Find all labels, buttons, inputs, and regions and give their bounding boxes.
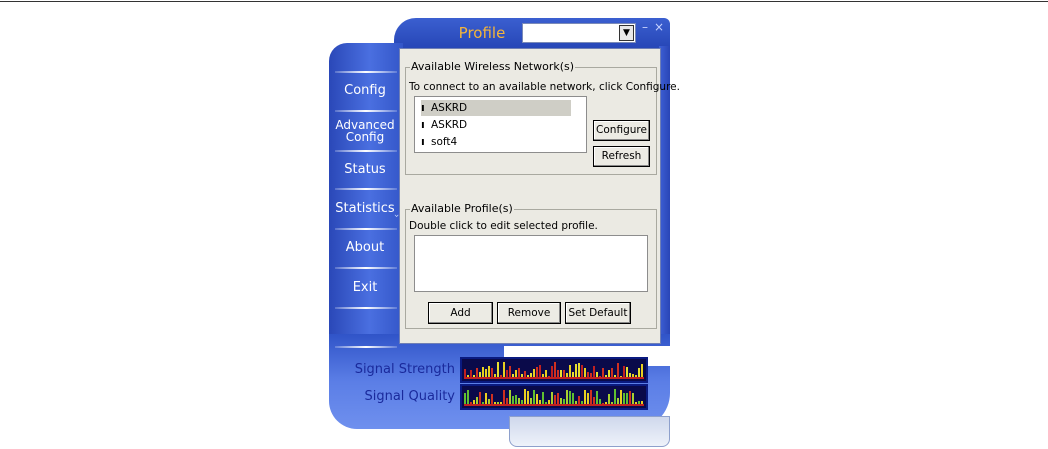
network-ssid: ASKRD [431, 102, 468, 114]
chevron-down-icon[interactable]: ▼ [619, 25, 634, 41]
meter-baseline [464, 404, 644, 406]
menu-separator [335, 188, 397, 190]
signal-strength-label: Signal Strength [354, 362, 455, 377]
meter-baseline [464, 377, 644, 379]
list-item[interactable]: ı ASKRD [421, 117, 467, 133]
menu-separator [335, 71, 397, 73]
network-ssid: soft4 [431, 136, 458, 148]
content-panel: Available Wireless Network(s) To connect… [399, 48, 680, 344]
available-profiles-group: Available Profile(s) Double click to edi… [405, 202, 657, 329]
meter-bar [533, 390, 535, 406]
meter-bar [629, 391, 631, 406]
menu-separator [335, 150, 397, 152]
menu-separator [335, 110, 397, 112]
available-networks-group: Available Wireless Network(s) To connect… [405, 60, 680, 175]
menu-separator [335, 346, 397, 348]
refresh-button[interactable]: Refresh [593, 146, 650, 167]
antenna-icon: ı [421, 118, 425, 131]
meter-bar [590, 390, 592, 406]
meter-bar [614, 389, 616, 406]
configure-button[interactable]: Configure [593, 120, 650, 141]
remove-profile-button[interactable]: Remove [497, 302, 561, 324]
meter-bar [596, 391, 598, 406]
top-border-line [0, 1, 1048, 2]
signal-strength-meter [460, 357, 648, 383]
meter-bar [479, 392, 481, 406]
meter-bar [524, 389, 526, 406]
profiles-list[interactable] [414, 235, 648, 292]
sidebar-item-exit[interactable]: Exit [334, 281, 396, 294]
meter-bar [641, 364, 643, 379]
sidebar-item-status[interactable]: Status [334, 163, 396, 176]
antenna-icon: ı [421, 135, 425, 148]
meter-bar [578, 363, 580, 379]
profiles-group-title: Available Profile(s) [410, 202, 514, 215]
meter-bar [569, 365, 571, 379]
sidebar-item-about[interactable]: About [334, 241, 396, 254]
meter-bar [575, 364, 577, 379]
wireless-utility-window: Profile ▼ – × Config Advanced Config Sta… [329, 16, 680, 447]
meter-bar [617, 363, 619, 379]
profile-dropdown[interactable]: ▼ [522, 23, 636, 43]
meter-bar [551, 392, 553, 406]
networks-list[interactable]: ı ASKRD ı ASKRD ı soft4 [414, 96, 587, 153]
meter-bar [620, 390, 622, 406]
profiles-hint: Double click to edit selected profile. [409, 220, 598, 232]
sidebar-item-statistics[interactable]: Statistics [334, 202, 396, 215]
meter-bar [566, 390, 568, 406]
sidebar-item-config[interactable]: Config [334, 84, 396, 97]
minimize-button[interactable]: – [642, 20, 648, 34]
meter-bar [581, 365, 583, 379]
window-title: Profile [458, 24, 506, 42]
meter-bar [509, 390, 511, 406]
meter-bar [584, 390, 586, 406]
meter-bar [503, 390, 505, 406]
add-profile-button[interactable]: Add [428, 302, 493, 324]
menu-separator [335, 267, 397, 269]
meter-bar [569, 391, 571, 406]
network-ssid: ASKRD [431, 119, 468, 131]
menu-separator [335, 228, 397, 230]
menu-separator [335, 307, 397, 309]
antenna-icon: ı [421, 101, 425, 114]
meter-bar [497, 362, 499, 379]
close-button[interactable]: × [654, 20, 664, 34]
signal-quality-meter [460, 384, 648, 410]
meter-bar [539, 365, 541, 379]
signal-quality-label: Signal Quality [364, 389, 455, 404]
resize-grip-area[interactable] [509, 416, 670, 447]
meter-bar [542, 392, 544, 406]
meter-bar [554, 362, 556, 379]
networks-hint: To connect to an available network, clic… [409, 81, 680, 93]
list-item[interactable]: ı ASKRD [421, 100, 571, 116]
meter-bar [527, 391, 529, 406]
sidebar-item-advanced-config[interactable]: Advanced Config [334, 119, 396, 143]
set-default-button[interactable]: Set Default [565, 302, 631, 324]
meter-bar [503, 362, 505, 379]
list-item[interactable]: ı soft4 [421, 134, 457, 150]
networks-group-title: Available Wireless Network(s) [410, 60, 576, 73]
meter-bar [467, 390, 469, 406]
